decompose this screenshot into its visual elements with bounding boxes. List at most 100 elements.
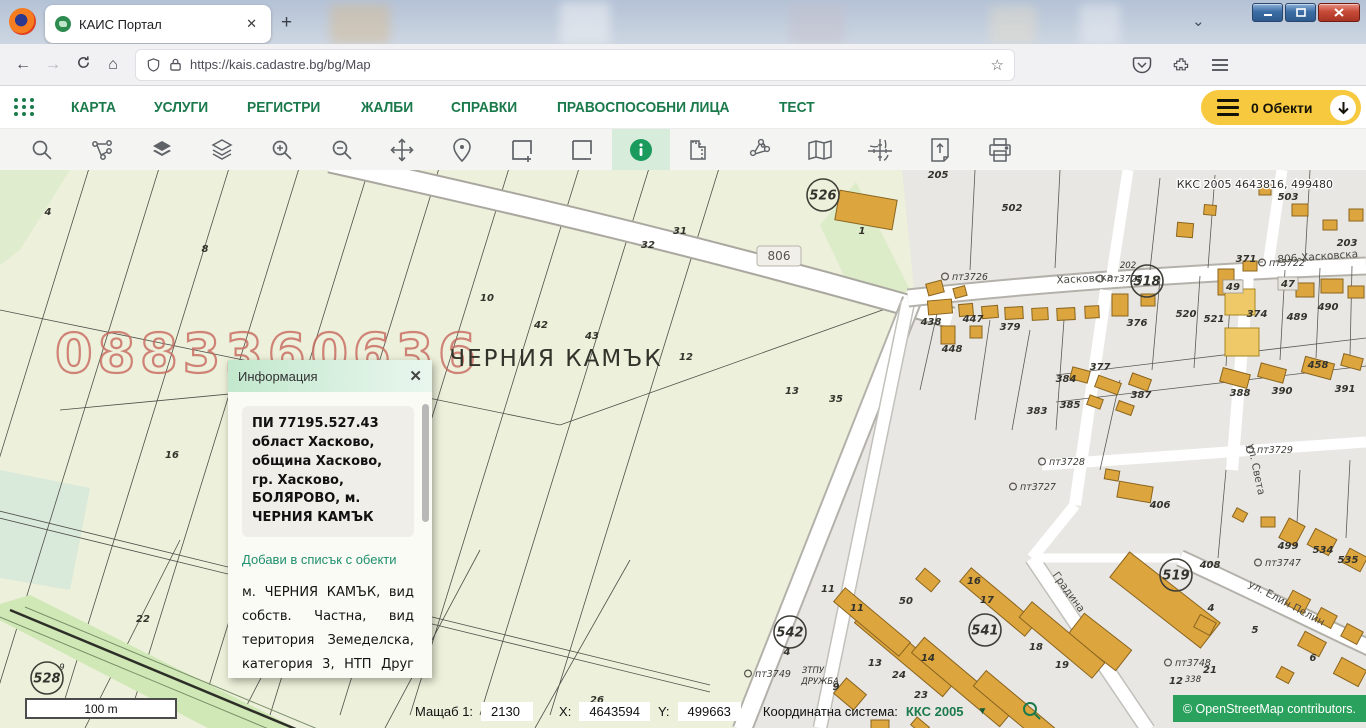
measure-area-tool-button[interactable] (730, 129, 790, 170)
svg-text:50: 50 (899, 596, 913, 607)
nav-item-karta[interactable]: КАРТА (71, 99, 116, 116)
nav-item-zhalbi[interactable]: ЖАЛБИ (361, 99, 413, 116)
svg-text:541: 541 (971, 624, 998, 639)
desktop-blur-decoration (990, 6, 1036, 44)
nav-item-uslugi[interactable]: УСЛУГИ (154, 99, 208, 116)
address-bar[interactable]: https://kais.cadastre.bg/bg/Map ☆ (136, 50, 1014, 80)
svg-text:542: 542 (776, 626, 803, 641)
list-all-tabs-icon[interactable]: ⌄ (1192, 12, 1205, 30)
objects-list-button[interactable]: 0 Обекти (1201, 90, 1361, 125)
map-toolbar (0, 129, 1366, 170)
nav-item-pravosposobni-litsa[interactable]: ПРАВОСПОСОБНИ ЛИЦА (557, 99, 730, 116)
zoom-out-tool-button[interactable] (312, 129, 372, 170)
layers-outline-icon-button[interactable] (192, 129, 252, 170)
identify-info-tool-button[interactable] (612, 129, 670, 170)
crs-selected-value[interactable]: ККС 2005 (906, 704, 964, 719)
svg-text:ЗТПУ: ЗТПУ (802, 666, 825, 676)
print-tool-button[interactable] (970, 129, 1030, 170)
site-favicon-icon (55, 16, 71, 32)
zoom-in-tool-button[interactable] (252, 129, 312, 170)
bookmark-star-icon[interactable]: ☆ (991, 56, 1004, 74)
map-search-icon[interactable] (1021, 700, 1043, 722)
svg-text:11: 11 (821, 584, 835, 595)
map-sheets-tool-button[interactable] (790, 129, 850, 170)
reload-button[interactable] (68, 55, 98, 75)
svg-text:338: 338 (1185, 675, 1202, 685)
svg-text:5: 5 (1252, 625, 1259, 636)
nav-item-test[interactable]: ТЕСТ (779, 99, 815, 116)
x-coordinate-value: 4643594 (579, 702, 650, 721)
locate-pin-tool-button[interactable] (432, 129, 492, 170)
site-navigation: КАРТА УСЛУГИ РЕГИСТРИ ЖАЛБИ СПРАВКИ ПРАВ… (0, 86, 1366, 129)
scale-bar-label: 100 m (84, 702, 117, 716)
svg-text:13: 13 (785, 386, 799, 397)
search-tool-button[interactable] (12, 129, 72, 170)
popup-scrollbar[interactable] (422, 404, 429, 522)
svg-text:11: 11 (850, 603, 864, 614)
objects-expand-icon[interactable] (1330, 95, 1356, 121)
menu-hamburger-icon[interactable] (1211, 57, 1229, 73)
svg-text:49: 49 (1225, 282, 1240, 293)
network-select-tool-button[interactable] (72, 129, 132, 170)
crs-label: Координатна система: (763, 704, 898, 719)
info-popup-header[interactable]: Информация ✕ (228, 360, 432, 392)
osm-attribution[interactable]: © OpenStreetMap contributors. (1173, 695, 1366, 722)
add-to-objects-link[interactable]: Добави в списък с обекти (242, 551, 414, 569)
home-button[interactable]: ⌂ (98, 56, 128, 74)
svg-text:390: 390 (1272, 386, 1293, 397)
forward-button[interactable]: → (38, 56, 68, 74)
svg-text:377: 377 (1090, 362, 1111, 373)
url-text[interactable]: https://kais.cadastre.bg/bg/Map (190, 57, 983, 72)
svg-text:535: 535 (1338, 555, 1359, 566)
road-number-label: 806 (757, 246, 801, 266)
select-add-tool-button[interactable] (492, 129, 552, 170)
svg-text:16: 16 (967, 576, 981, 587)
svg-text:490: 490 (1317, 302, 1339, 313)
scale-label: Мащаб 1: (415, 704, 473, 719)
layers-filled-icon-button[interactable] (132, 129, 192, 170)
map-scale-bar: 100 m (25, 698, 177, 719)
locality-label: ЧЕРНИЯ КАМЪК (449, 346, 662, 372)
svg-text:4: 4 (1207, 603, 1215, 614)
desktop-blur-decoration (330, 4, 390, 44)
coordinates-grid-tool-button[interactable] (850, 129, 910, 170)
back-button[interactable]: ← (8, 56, 38, 74)
new-tab-button[interactable]: + (281, 12, 292, 34)
svg-text:16: 16 (165, 450, 179, 461)
svg-text:458: 458 (1307, 360, 1329, 371)
cadastre-map[interactable]: 4810424312133531321622262391205502503203… (0, 170, 1366, 728)
objects-menu-icon (1217, 99, 1239, 116)
svg-text:520: 520 (1176, 309, 1197, 320)
popup-close-icon[interactable]: ✕ (409, 367, 422, 385)
tab-bar: КАИС Портал ✕ + ⌄ (0, 0, 1366, 44)
svg-text:385: 385 (1060, 400, 1081, 411)
info-popup-title: Информация (238, 369, 409, 384)
export-tool-button[interactable] (910, 129, 970, 170)
maximize-button[interactable] (1285, 3, 1316, 22)
svg-text:6: 6 (1310, 653, 1317, 664)
crs-dropdown-icon[interactable]: ▼ (978, 706, 988, 717)
window-controls (1252, 3, 1360, 22)
measure-tool-button[interactable] (670, 129, 730, 170)
pan-tool-button[interactable] (372, 129, 432, 170)
minimize-button[interactable] (1252, 3, 1283, 22)
tab-close-icon[interactable]: ✕ (242, 14, 261, 34)
select-subtract-tool-button[interactable] (552, 129, 612, 170)
scale-input[interactable]: 2130 (481, 702, 533, 721)
firefox-logo-icon[interactable] (9, 8, 36, 35)
svg-text:448: 448 (941, 344, 963, 355)
pocket-icon[interactable] (1132, 56, 1152, 74)
lock-icon[interactable] (169, 57, 182, 72)
app-grid-icon[interactable] (14, 98, 35, 116)
browser-tab[interactable]: КАИС Портал ✕ (45, 5, 271, 43)
svg-text:388: 388 (1230, 388, 1251, 399)
svg-text:ДРУЖБА: ДРУЖБА (800, 677, 839, 687)
extensions-puzzle-icon[interactable] (1172, 55, 1191, 74)
svg-text:502: 502 (1002, 203, 1023, 214)
map-canvas[interactable]: 4810424312133531321622262391205502503203… (0, 170, 1366, 728)
nav-item-spravki[interactable]: СПРАВКИ (451, 99, 517, 116)
nav-item-registri[interactable]: РЕГИСТРИ (247, 99, 320, 116)
shield-icon[interactable] (146, 57, 161, 73)
close-button[interactable] (1318, 3, 1360, 22)
svg-text:203: 203 (1337, 238, 1358, 249)
